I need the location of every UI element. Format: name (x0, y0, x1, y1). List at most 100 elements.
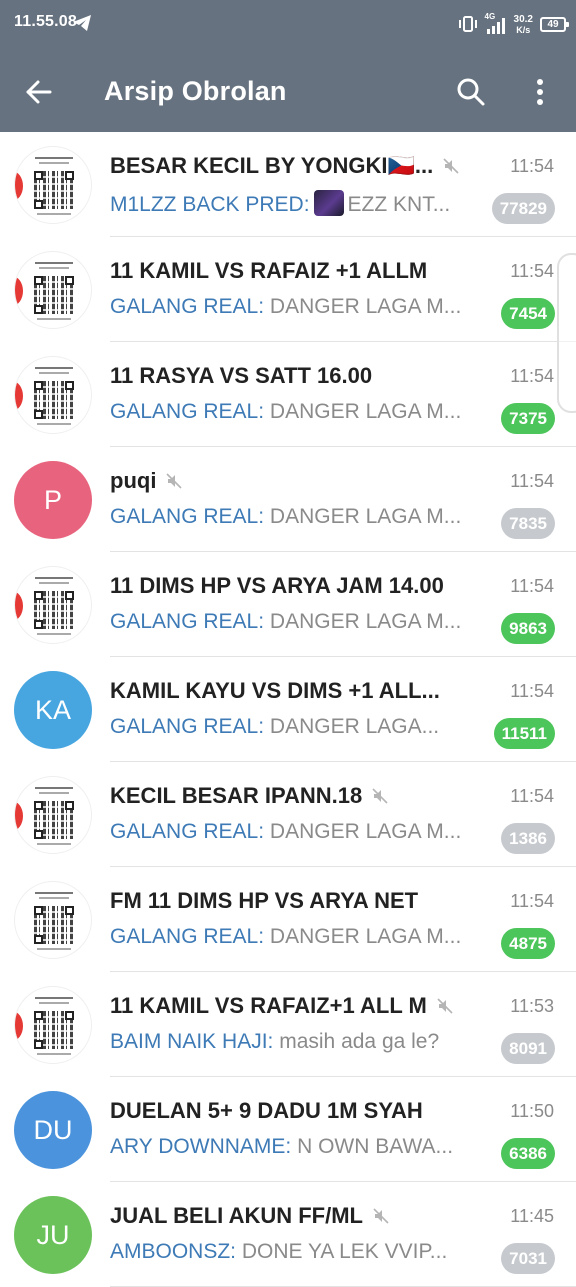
page-title: Arsip Obrolan (104, 76, 287, 106)
media-thumbnail (313, 190, 344, 216)
status-time: 11.55.08 (14, 13, 77, 30)
message-preview: BAIM NAIK HAJI: masih ada ga le? (110, 1030, 439, 1054)
chat-name: 11 RASYA VS SATT 16.00 (110, 363, 372, 389)
qr-avatar-image[interactable] (14, 251, 92, 329)
preview-sender: M1LZZ BACK PRED: (110, 193, 310, 216)
avatar[interactable]: JU (14, 1196, 92, 1274)
chat-row[interactable]: KA KAMIL KAYU VS DIMS +1 ALL... 11:54 GALAN… (0, 657, 576, 762)
chat-name-text: puqi (110, 468, 157, 493)
chat-time: 11:45 (510, 1206, 554, 1226)
message-preview: ARY DOWNNAME: N OWN BAWA... (110, 1135, 453, 1159)
chat-name-text: 11 DIMS HP VS ARYA JAM 14.00 (110, 573, 444, 598)
qr-avatar-image[interactable] (14, 146, 92, 224)
chat-name: 11 DIMS HP VS ARYA JAM 14.00 (110, 573, 444, 599)
chat-time: 11:54 (510, 471, 554, 491)
chat-name-text: 11 KAMIL VS RAFAIZ +1 ALLM (110, 258, 428, 283)
unread-badge: 7454 (501, 298, 555, 329)
qr-avatar-image[interactable] (14, 986, 92, 1064)
unread-badge: 8091 (501, 1033, 555, 1064)
preview-text: DANGER LAGA M... (269, 505, 462, 528)
chat-name: puqi (110, 468, 183, 494)
chat-time: 11:53 (510, 996, 554, 1016)
preview-text: DANGER LAGA M... (269, 295, 462, 318)
preview-sender: GALANG REAL: (110, 295, 265, 318)
chat-time: 11:54 (510, 681, 554, 701)
search-icon[interactable] (456, 77, 486, 107)
preview-text: DANGER LAGA... (269, 715, 440, 738)
preview-text: DANGER LAGA M... (269, 610, 462, 633)
chat-name-text: KAMIL KAYU VS DIMS +1 ALL... (110, 678, 440, 703)
chat-name: JUAL BELI AKUN FF/ML (110, 1203, 389, 1229)
preview-text: N OWN BAWA... (297, 1135, 454, 1158)
chat-list[interactable]: BESAR KECIL BY YONGKI🇨🇿... 11:54 M1LZZ BAC… (0, 132, 576, 1287)
avatar-initials: DU (33, 1114, 73, 1145)
chat-row[interactable]: DU DUELAN 5+ 9 DADU 1M SYAH 11:50 ARY DOWNN… (0, 1077, 576, 1182)
signal-icon: 4G (485, 12, 507, 35)
preview-sender: AMBOONSZ: (110, 1240, 237, 1263)
chat-row[interactable]: 11 KAMIL VS RAFAIZ +1 ALLM 11:54 GALANG RE… (0, 237, 576, 342)
chat-name-text: KECIL BESAR IPANN.18 (110, 783, 363, 808)
avatar-initials: JU (36, 1219, 70, 1250)
muted-icon (166, 469, 183, 489)
chat-row[interactable]: BESAR KECIL BY YONGKI🇨🇿... 11:54 M1LZZ BAC… (0, 132, 576, 237)
chat-row[interactable]: 11 RASYA VS SATT 16.00 11:54 GALANG REAL: … (0, 342, 576, 447)
preview-sender: ARY DOWNNAME: (110, 1135, 292, 1158)
message-preview: GALANG REAL: DANGER LAGA M... (110, 610, 461, 634)
chat-row[interactable]: KECIL BESAR IPANN.18 11:54 GALANG REAL: DA… (0, 762, 576, 867)
battery-icon: 49 (540, 16, 569, 32)
qr-avatar-image[interactable] (14, 776, 92, 854)
message-preview: GALANG REAL: DANGER LAGA M... (110, 820, 461, 844)
unread-badge: 9863 (501, 613, 555, 644)
scroll-indicator[interactable] (557, 253, 576, 413)
more-vertical-icon[interactable] (528, 77, 552, 107)
chat-name: 11 KAMIL VS RAFAIZ+1 ALL M (110, 993, 453, 1019)
preview-text: DANGER LAGA M... (269, 820, 462, 843)
qr-avatar-image[interactable] (14, 356, 92, 434)
chat-row[interactable]: FM 11 DIMS HP VS ARYA NET 11:54 GALANG REA… (0, 867, 576, 972)
chat-row[interactable]: 11 KAMIL VS RAFAIZ+1 ALL M 11:53 BAIM NAIK… (0, 972, 576, 1077)
avatar[interactable]: P (14, 461, 92, 539)
unread-badge: 11511 (493, 718, 555, 749)
message-preview: GALANG REAL: DANGER LAGA M... (110, 295, 461, 319)
message-preview: GALANG REAL: DANGER LAGA M... (110, 400, 461, 424)
preview-sender: GALANG REAL: (110, 400, 265, 423)
chat-time: 11:54 (510, 786, 554, 806)
chat-row[interactable]: JU JUAL BELI AKUN FF/ML 11:45 AMBOONSZ: DON… (0, 1182, 576, 1287)
qr-avatar-image[interactable] (14, 566, 92, 644)
avatar-initials: P (43, 484, 62, 515)
unread-badge: 77829 (491, 193, 555, 224)
unread-badge: 1386 (501, 823, 555, 854)
preview-text: DANGER LAGA M... (269, 400, 462, 423)
muted-icon (443, 154, 459, 174)
chat-name: BESAR KECIL BY YONGKI🇨🇿... (110, 153, 459, 179)
message-preview: M1LZZ BACK PRED: EZZ KNT... (110, 190, 450, 217)
unread-badge: 7031 (501, 1243, 555, 1274)
chat-name-text: 11 RASYA VS SATT 16.00 (110, 363, 373, 388)
preview-sender: GALANG REAL: (110, 925, 265, 948)
chat-time: 11:54 (510, 261, 554, 281)
unread-badge: 7375 (501, 403, 555, 434)
muted-icon (437, 994, 453, 1014)
unread-badge: 6386 (501, 1138, 555, 1169)
unread-badge: 4875 (501, 928, 555, 959)
preview-sender: GALANG REAL: (110, 715, 265, 738)
chat-name: FM 11 DIMS HP VS ARYA NET (110, 888, 418, 914)
qr-avatar-image[interactable] (14, 881, 92, 959)
chat-name-text: FM 11 DIMS HP VS ARYA NET (110, 888, 419, 913)
chat-row[interactable]: Ppuqi 11:54 GALANG REAL: DANGER LAGA M... 7… (0, 447, 576, 552)
chat-time: 11:54 (510, 576, 554, 596)
chat-time: 11:54 (510, 366, 554, 386)
status-bar: 11.55.08 4G 30.2 K/s 49 (0, 0, 576, 50)
arrow-left-icon[interactable] (24, 77, 54, 107)
preview-sender: GALANG REAL: (110, 820, 265, 843)
avatar[interactable]: DU (14, 1091, 92, 1169)
chat-name: KAMIL KAYU VS DIMS +1 ALL... (110, 678, 440, 704)
chat-name-text: BESAR KECIL BY YONGKI🇨🇿... (110, 153, 434, 178)
chat-row[interactable]: 11 DIMS HP VS ARYA JAM 14.00 11:54 GALANG … (0, 552, 576, 657)
message-preview: GALANG REAL: DANGER LAGA... (110, 715, 439, 739)
avatar[interactable]: KA (14, 671, 92, 749)
app-bar: Arsip Obrolan (0, 50, 576, 132)
vibrate-icon (458, 16, 477, 32)
chat-time: 11:54 (510, 891, 554, 911)
message-preview: GALANG REAL: DANGER LAGA M... (110, 925, 461, 949)
